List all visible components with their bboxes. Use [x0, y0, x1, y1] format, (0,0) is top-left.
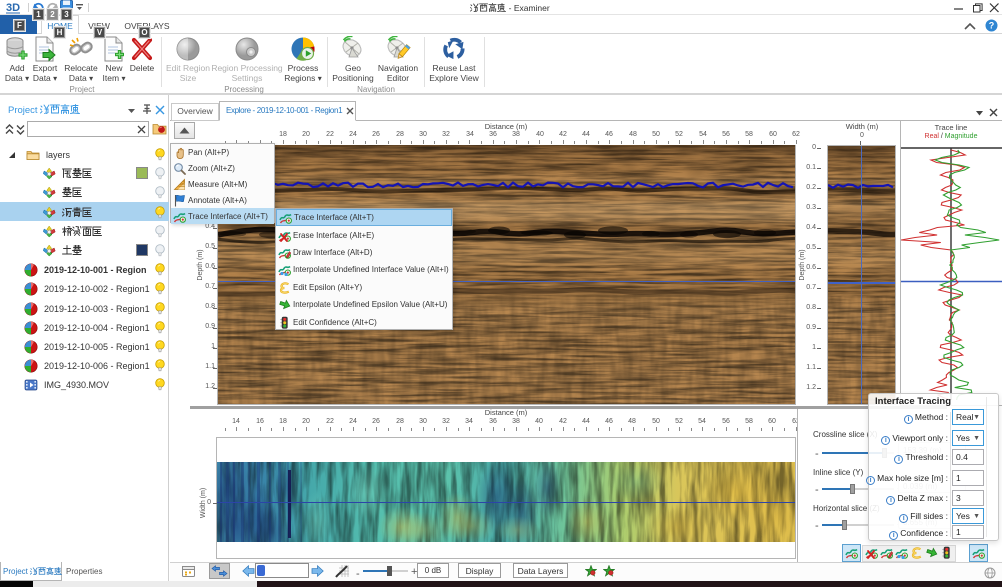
svg-text:?: ?	[989, 21, 995, 31]
svg-text:3D: 3D	[6, 2, 20, 14]
svg-text:Depth (m): Depth (m)	[799, 249, 806, 280]
